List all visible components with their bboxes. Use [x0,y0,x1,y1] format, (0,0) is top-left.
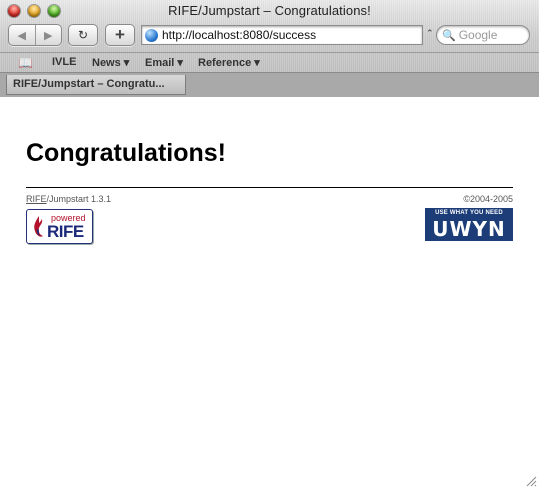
search-icon: 🔍 [442,29,456,42]
powered-by-rife-badge[interactable]: powered RIFE [26,209,93,244]
bookmark-reference-menu[interactable]: Reference ▾ [198,56,260,69]
plus-icon: + [115,25,125,44]
copyright-text: ©2004-2005 [463,194,513,204]
nav-button-group: ◀ ▶ [8,24,62,46]
address-bar[interactable]: http://localhost:8080/success [141,25,423,45]
version-text: RIFE/Jumpstart 1.3.1 [26,194,111,204]
forward-arrow-icon: ▶ [44,29,53,42]
url-history-icon[interactable]: ⌃ [426,28,434,39]
uwyn-wordmark: UWYN [432,217,506,241]
tab-label: RIFE/Jumpstart – Congratu... [13,78,165,90]
toolbar: ◀ ▶ ↻ + http://localhost:8080/success ⌃ … [0,22,539,52]
bookmarks-bar: 📖 IVLE News ▾ Email ▾ Reference ▾ [0,52,539,72]
url-text[interactable]: http://localhost:8080/success [162,28,316,42]
uwyn-logo-badge[interactable]: USE WHAT YOU NEED UWYN [425,208,513,241]
add-bookmark-button[interactable]: + [105,24,135,46]
back-arrow-icon: ◀ [17,29,26,42]
search-field[interactable]: 🔍 Google [436,25,530,45]
bookmarks-book-icon[interactable]: 📖 [18,56,33,70]
globe-icon [145,28,158,42]
reload-icon: ↻ [77,28,89,42]
uwyn-tagline: USE WHAT YOU NEED [435,210,503,216]
resize-grip-icon[interactable] [525,475,537,487]
browser-chrome: RIFE/Jumpstart – Congratulations! ◀ ▶ ↻ … [0,0,539,97]
flame-icon [34,216,43,237]
back-button[interactable]: ◀ [9,25,35,45]
bookmark-news-menu[interactable]: News ▾ [92,56,129,69]
bookmark-email-menu[interactable]: Email ▾ [145,56,183,69]
page-content: Congratulations! RIFE/Jumpstart 1.3.1 ©2… [0,97,539,489]
title-bar: RIFE/Jumpstart – Congratulations! [0,0,539,22]
version-rest: /Jumpstart 1.3.1 [46,194,112,204]
window-title: RIFE/Jumpstart – Congratulations! [168,3,371,18]
tab-bar: RIFE/Jumpstart – Congratu... [0,72,539,97]
rife-logo-text: RIFE [47,222,84,241]
reload-button[interactable]: ↻ [68,24,98,46]
bookmark-ivle[interactable]: IVLE [52,56,76,68]
rife-link[interactable]: RIFE [26,194,47,204]
search-placeholder: Google [458,28,498,42]
horizontal-rule [26,187,513,188]
tab-current[interactable]: RIFE/Jumpstart – Congratu... [6,75,186,95]
page-heading: Congratulations! [26,139,226,167]
forward-button[interactable]: ▶ [34,25,62,45]
